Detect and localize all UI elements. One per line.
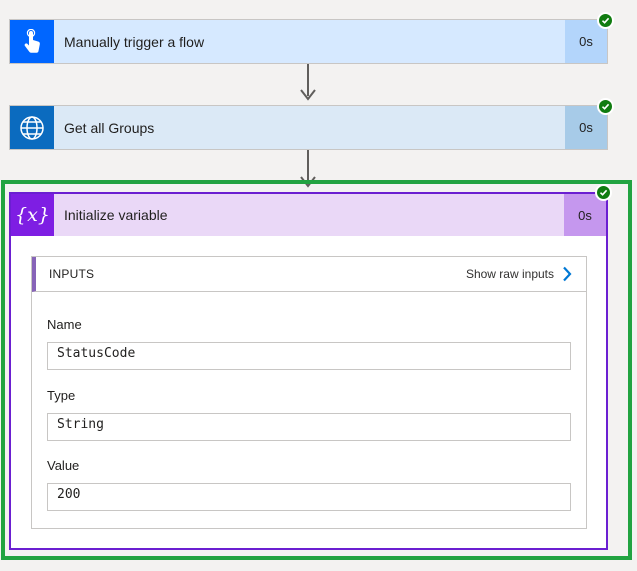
field-label: Type xyxy=(47,388,76,403)
field-value: StatusCode xyxy=(47,342,571,370)
step-title: Manually trigger a flow xyxy=(54,20,565,63)
arrow-down-icon xyxy=(300,89,316,101)
success-check-icon xyxy=(597,98,614,115)
step-title: Get all Groups xyxy=(54,106,565,149)
flow-run-canvas: Manually trigger a flow 0s Get all Group… xyxy=(0,0,637,571)
step-title: Initialize variable xyxy=(54,194,564,236)
variable-braces-icon: {x} xyxy=(11,194,54,236)
chevron-right-icon xyxy=(563,266,572,282)
touch-hand-icon xyxy=(10,20,54,63)
inputs-heading: INPUTS xyxy=(49,267,95,281)
inputs-panel: INPUTS Show raw inputs Name StatusCode T… xyxy=(31,256,587,529)
field-label: Value xyxy=(47,458,80,473)
inputs-header: INPUTS Show raw inputs xyxy=(32,257,586,292)
field-value: 200 xyxy=(47,483,571,511)
globe-icon xyxy=(10,106,54,149)
field-value: String xyxy=(47,413,571,441)
success-check-icon xyxy=(595,184,612,201)
show-raw-inputs-label: Show raw inputs xyxy=(465,267,554,281)
step-manual-trigger[interactable]: Manually trigger a flow 0s xyxy=(9,12,614,64)
field-type: Type String xyxy=(47,388,571,441)
step-header[interactable]: {x} Initialize variable 0s xyxy=(11,194,606,236)
step-initialize-variable[interactable]: {x} Initialize variable 0s INPUTS Show r… xyxy=(9,184,612,550)
step-get-all-groups[interactable]: Get all Groups 0s xyxy=(9,98,614,150)
show-raw-inputs-link[interactable]: Show raw inputs xyxy=(466,266,572,282)
field-name: Name StatusCode xyxy=(47,317,571,370)
field-value-row: Value 200 xyxy=(47,458,571,511)
field-label: Name xyxy=(47,317,82,332)
success-check-icon xyxy=(597,12,614,29)
